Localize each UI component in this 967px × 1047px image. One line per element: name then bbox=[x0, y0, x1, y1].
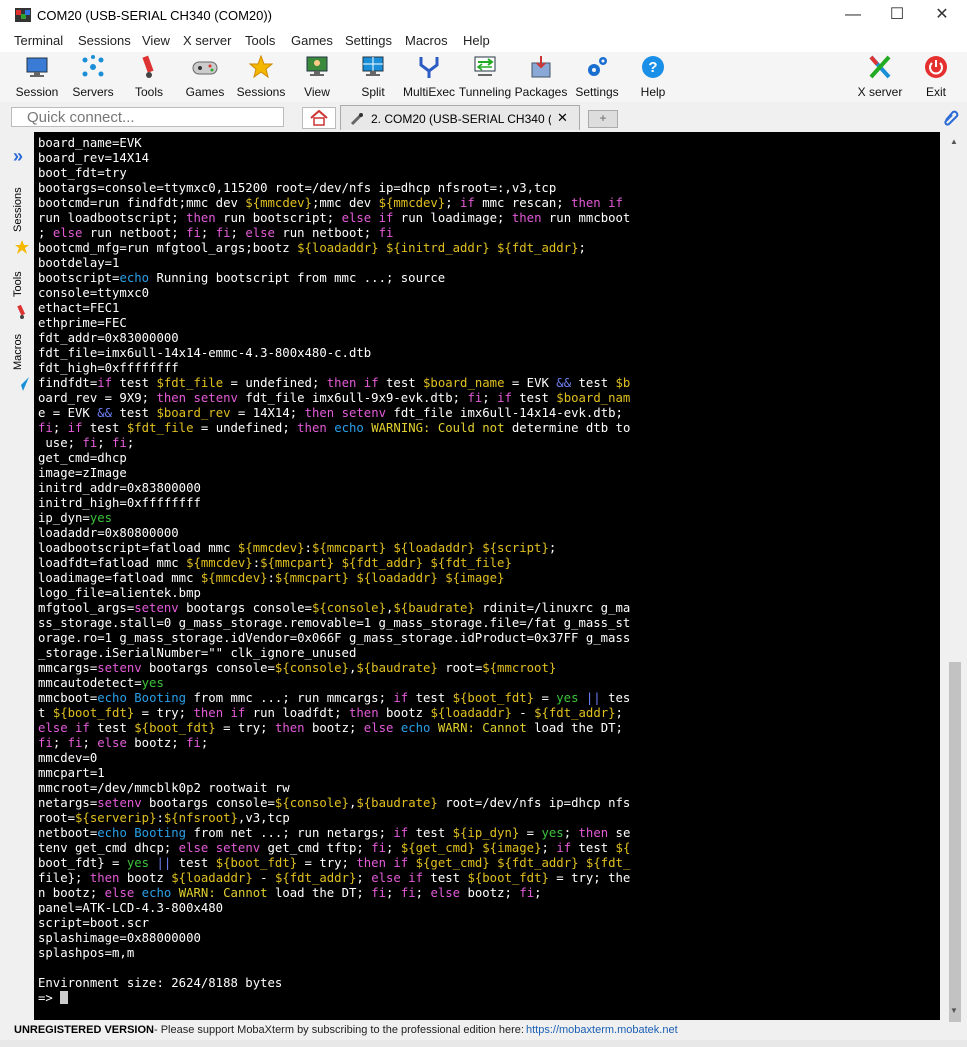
menu-sessions[interactable]: Sessions bbox=[78, 33, 131, 48]
sidebar-tab-sessions[interactable]: Sessions bbox=[12, 187, 24, 232]
multiexec-icon bbox=[416, 54, 442, 80]
servers-button[interactable]: Servers bbox=[65, 54, 121, 99]
games-label: Games bbox=[185, 85, 225, 99]
settings-label: Settings bbox=[575, 85, 619, 99]
multiexec-button[interactable]: MultiExec bbox=[401, 54, 457, 99]
scroll-down-icon[interactable]: ▼ bbox=[950, 1006, 958, 1015]
tools-label: Tools bbox=[134, 85, 163, 99]
menu-macros[interactable]: Macros bbox=[405, 33, 448, 48]
exit-icon bbox=[923, 54, 949, 80]
svg-text:?: ? bbox=[648, 59, 657, 76]
packages-button[interactable]: Packages bbox=[513, 54, 569, 99]
help-button[interactable]: ? Help bbox=[625, 54, 681, 99]
help-icon: ? bbox=[640, 54, 666, 80]
menu-settings[interactable]: Settings bbox=[345, 33, 392, 48]
servers-icon bbox=[80, 54, 106, 80]
mobatek-link[interactable]: https://mobaxterm.mobatek.net bbox=[526, 1024, 678, 1036]
view-button[interactable]: View bbox=[289, 54, 345, 99]
scrollbar-thumb[interactable] bbox=[949, 662, 961, 1022]
view-label: View bbox=[304, 85, 330, 99]
view-icon bbox=[304, 54, 330, 80]
window-title: COM20 (USB-SERIAL CH340 (COM20)) bbox=[37, 8, 273, 23]
close-button[interactable]: ✕ bbox=[927, 5, 957, 25]
tunneling-button[interactable]: Tunneling bbox=[457, 54, 513, 99]
packages-label: Packages bbox=[514, 85, 568, 99]
menu-help[interactable]: Help bbox=[463, 33, 490, 48]
games-button[interactable]: Games bbox=[177, 54, 233, 99]
multiexec-label: MultiExec bbox=[402, 85, 455, 99]
sidebar-tab-tools[interactable]: Tools bbox=[12, 271, 24, 297]
sidebar-tab-macros[interactable]: Macros bbox=[12, 334, 24, 370]
sessions-button[interactable]: Sessions bbox=[233, 54, 289, 99]
menu-bar: Terminal Sessions View X server Tools Ga… bbox=[0, 30, 967, 52]
serial-tab-icon bbox=[350, 113, 363, 126]
xserver-label: X server bbox=[857, 85, 903, 99]
tools-small-icon bbox=[17, 304, 26, 319]
home-icon bbox=[310, 110, 328, 126]
xserver-icon bbox=[867, 54, 893, 80]
macros-icon bbox=[15, 377, 29, 391]
exit-label: Exit bbox=[925, 85, 946, 99]
menu-tools[interactable]: Tools bbox=[245, 33, 275, 48]
xserver-button[interactable]: X server bbox=[852, 54, 908, 99]
terminal-text: board_name=EVK board_rev=14X14 boot_fdt=… bbox=[38, 136, 631, 1005]
left-sidebar: » Sessions Tools Macros bbox=[10, 132, 34, 1022]
minimize-button[interactable]: — bbox=[838, 5, 868, 25]
paperclip-icon[interactable] bbox=[941, 108, 959, 126]
sessions-label: Sessions bbox=[236, 85, 286, 99]
packages-icon bbox=[528, 54, 554, 80]
mobaxterm-logo-icon bbox=[15, 8, 31, 22]
home-tab-button[interactable] bbox=[302, 107, 336, 129]
tools-icon bbox=[136, 54, 162, 80]
session-button[interactable]: Session bbox=[9, 54, 65, 99]
title-bar: COM20 (USB-SERIAL CH340 (COM20)) — ☐ ✕ bbox=[0, 0, 967, 30]
session-icon bbox=[24, 54, 50, 80]
exit-button[interactable]: Exit bbox=[908, 54, 964, 99]
toolbar: Session Servers Tools Games Sessions Vie… bbox=[0, 52, 967, 102]
maximize-button[interactable]: ☐ bbox=[882, 5, 912, 25]
scroll-up-icon[interactable]: ▲ bbox=[950, 137, 958, 146]
tab-com20[interactable]: 2. COM20 (USB-SERIAL CH340 (C ✕ bbox=[340, 105, 580, 130]
help-label: Help bbox=[640, 85, 666, 99]
unregistered-label: UNREGISTERED VERSION bbox=[14, 1024, 154, 1036]
menu-view[interactable]: View bbox=[142, 33, 170, 48]
status-message: - Please support MobaXterm by subscribin… bbox=[154, 1024, 524, 1036]
tools-button[interactable]: Tools bbox=[121, 54, 177, 99]
new-tab-button[interactable]: + bbox=[588, 110, 618, 128]
menu-terminal[interactable]: Terminal bbox=[14, 33, 63, 48]
servers-label: Servers bbox=[72, 85, 114, 99]
expand-sidebar-icon[interactable]: » bbox=[13, 146, 23, 167]
quick-connect-input[interactable]: Quick connect... bbox=[11, 107, 284, 127]
games-icon bbox=[192, 54, 218, 80]
terminal-cursor bbox=[60, 991, 69, 1004]
star-icon bbox=[248, 54, 274, 80]
split-label: Split bbox=[361, 85, 385, 99]
window-bottom-edge bbox=[0, 1040, 967, 1047]
tunneling-icon bbox=[472, 54, 498, 80]
menu-x-server[interactable]: X server bbox=[183, 33, 231, 48]
tunneling-label: Tunneling bbox=[458, 85, 512, 99]
session-label: Session bbox=[15, 85, 59, 99]
settings-button[interactable]: Settings bbox=[569, 54, 625, 99]
split-icon bbox=[360, 54, 386, 80]
tab-close-icon[interactable]: ✕ bbox=[557, 110, 568, 126]
terminal-scrollbar[interactable]: ▲ ▼ bbox=[947, 132, 963, 1022]
menu-games[interactable]: Games bbox=[291, 33, 333, 48]
split-button[interactable]: Split bbox=[345, 54, 401, 99]
status-bar: UNREGISTERED VERSION - Please support Mo… bbox=[0, 1022, 967, 1038]
tab-label: 2. COM20 (USB-SERIAL CH340 (C bbox=[371, 112, 551, 126]
terminal-output[interactable]: board_name=EVK board_rev=14X14 boot_fdt=… bbox=[34, 132, 940, 1020]
sessions-star-icon bbox=[15, 240, 29, 254]
settings-icon bbox=[584, 54, 610, 80]
